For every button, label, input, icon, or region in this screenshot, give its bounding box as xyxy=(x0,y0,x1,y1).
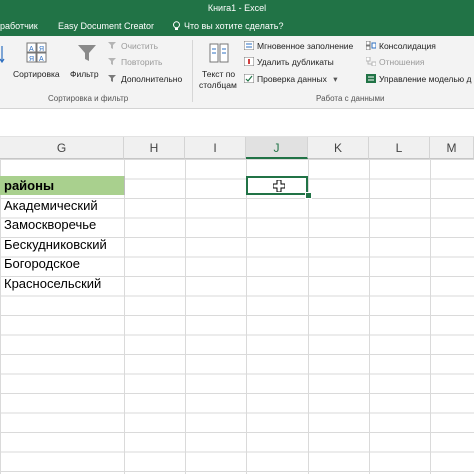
gridline xyxy=(369,159,370,474)
tell-me-text: Что вы хотите сделать? xyxy=(184,21,284,31)
svg-text:A: A xyxy=(39,56,44,63)
relationships-icon xyxy=(366,57,376,66)
text-to-columns-icon xyxy=(209,43,229,63)
flash-fill-button[interactable]: Мгновенное заполнение xyxy=(244,41,353,51)
data-model-icon xyxy=(366,74,376,83)
remove-duplicates-label: Удалить дубликаты xyxy=(257,57,334,67)
clear-filter-icon xyxy=(108,42,116,49)
column-header-k[interactable]: K xyxy=(308,137,369,159)
data-model-button[interactable]: Управление моделью д xyxy=(366,74,472,84)
text-to-columns-label-2: столбцам xyxy=(199,80,237,90)
lightbulb-icon xyxy=(173,21,180,30)
svg-text:Я: Я xyxy=(39,46,44,53)
filter-funnel-icon xyxy=(78,45,96,61)
relationships-button[interactable]: Отношения xyxy=(366,57,425,67)
gridline xyxy=(185,159,186,474)
fill-handle[interactable] xyxy=(305,192,312,199)
sort-dialog-icon: A Я Я A xyxy=(26,42,47,63)
clear-button[interactable]: Очистить xyxy=(108,41,158,51)
ribbon-tabs: работчик Easy Document Creator Что вы хо… xyxy=(0,17,474,36)
column-header-i[interactable]: I xyxy=(185,137,246,159)
data-validation-button[interactable]: Проверка данных ▾ xyxy=(244,74,338,85)
filter-button[interactable]: Фильтр xyxy=(68,40,106,90)
group-label-data-tools: Работа с данными xyxy=(316,94,385,103)
group-label-sort-filter: Сортировка и фильтр xyxy=(48,94,129,103)
svg-text:A: A xyxy=(29,46,34,53)
data-validation-label: Проверка данных xyxy=(257,74,327,84)
chevron-down-icon: ▾ xyxy=(333,74,338,84)
formula-bar-area xyxy=(0,109,474,137)
gridline xyxy=(246,159,247,474)
sort-label: Сортировка xyxy=(13,69,60,79)
remove-duplicates-button[interactable]: Удалить дубликаты xyxy=(244,57,334,67)
gridline xyxy=(308,159,309,474)
cell-district[interactable]: Красносельский xyxy=(0,274,101,293)
tab-developer[interactable]: работчик xyxy=(0,21,38,31)
consolidate-icon xyxy=(366,41,376,50)
filter-label: Фильтр xyxy=(70,69,99,79)
cell-header-districts[interactable]: районы xyxy=(0,176,125,195)
reapply-label: Повторить xyxy=(121,57,163,67)
text-to-columns-button[interactable]: Текст по столбцам xyxy=(196,40,242,92)
cell-district[interactable]: Академический xyxy=(0,196,98,215)
tell-me-box[interactable]: Что вы хотите сделать? xyxy=(172,21,284,31)
consolidate-label: Консолидация xyxy=(379,41,436,51)
cell-select-cursor-icon xyxy=(273,180,285,192)
svg-text:Я: Я xyxy=(29,56,34,63)
column-header-g[interactable]: G xyxy=(0,137,124,159)
advanced-button[interactable]: Дополнительно xyxy=(108,74,182,84)
column-header-j[interactable]: J xyxy=(246,137,308,159)
flash-fill-label: Мгновенное заполнение xyxy=(257,41,354,51)
cell-district[interactable]: Богородское xyxy=(0,254,80,273)
column-header-l[interactable]: L xyxy=(369,137,430,159)
window-title: Книга1 - Excel xyxy=(0,0,474,17)
gridline xyxy=(430,159,431,474)
sort-az-icon[interactable] xyxy=(0,44,10,66)
group-separator xyxy=(192,40,193,102)
remove-duplicates-icon xyxy=(244,57,254,66)
cell-district[interactable]: Замоскворечье xyxy=(0,215,96,234)
reapply-button[interactable]: Повторить xyxy=(108,57,163,67)
text-to-columns-label-1: Текст по xyxy=(202,69,236,79)
advanced-filter-icon xyxy=(108,75,116,82)
column-header-h[interactable]: H xyxy=(124,137,185,159)
flash-fill-icon xyxy=(244,41,254,50)
sort-button[interactable]: A Я Я A Сортировка xyxy=(11,40,65,90)
gridline xyxy=(124,159,125,474)
clear-label: Очистить xyxy=(121,41,159,51)
tab-easy-document-creator[interactable]: Easy Document Creator xyxy=(58,21,154,31)
consolidate-button[interactable]: Консолидация xyxy=(366,41,436,51)
data-model-label: Управление моделью д xyxy=(379,74,472,84)
cell-district[interactable]: Бескудниковский xyxy=(0,235,107,254)
advanced-label: Дополнительно xyxy=(121,74,183,84)
ribbon-data: A Я Я A Сортировка Фильтр Очистить Повто… xyxy=(0,36,474,109)
data-validation-icon xyxy=(244,74,254,83)
column-header-m[interactable]: M xyxy=(430,137,474,159)
reapply-icon xyxy=(108,58,116,65)
relationships-label: Отношения xyxy=(379,57,425,67)
